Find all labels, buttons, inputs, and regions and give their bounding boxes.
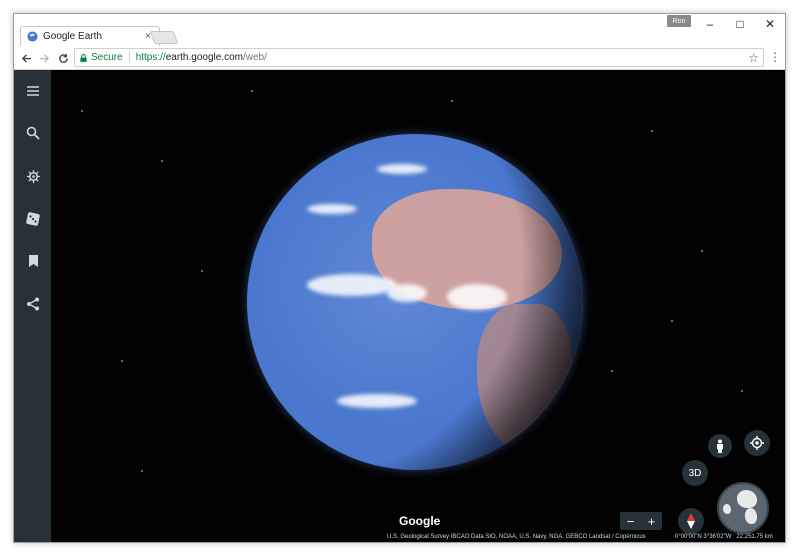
star-dot [201, 270, 203, 272]
back-button[interactable] [18, 50, 34, 66]
tab-google-earth[interactable]: Google Earth × [20, 26, 160, 46]
altitude-text: 22,251.75 km [736, 534, 773, 540]
space-background[interactable]: 3D − + Google U.S. Geological Survey IBC… [51, 70, 785, 542]
sidebar [14, 70, 51, 542]
star-dot [651, 130, 653, 132]
url-host: earth.google.com [165, 52, 243, 63]
search-icon [26, 126, 40, 140]
my-location-button[interactable] [744, 430, 770, 456]
star-dot [251, 90, 253, 92]
arrow-right-icon [39, 53, 49, 63]
star-dot [161, 160, 163, 162]
earth-viewport: 3D − + Google U.S. Geological Survey IBC… [14, 70, 785, 542]
zoom-controls: − + [620, 512, 662, 530]
star-dot [81, 110, 83, 112]
data-attribution[interactable]: U.S. Geological Survey IBCAO Data SIO, N… [387, 534, 646, 540]
pegman-icon [717, 439, 723, 453]
bookmark-icon [28, 255, 38, 267]
dice-icon [26, 212, 40, 226]
menu-button[interactable] [22, 80, 44, 102]
zoom-in-button[interactable]: + [641, 512, 662, 530]
compass-button[interactable] [678, 508, 704, 534]
compass-needle-icon [687, 513, 695, 529]
my-location-icon [750, 436, 764, 450]
mini-land [723, 504, 731, 514]
share-icon [27, 297, 39, 311]
tab-title: Google Earth [43, 31, 102, 42]
omnibox-divider [128, 52, 130, 63]
arrow-left-icon [21, 53, 31, 63]
share-button[interactable] [22, 293, 44, 315]
feeling-lucky-button[interactable] [22, 208, 44, 230]
address-bar[interactable]: Secure https://earth.google.com/web/ ☆ [74, 48, 764, 67]
url-path: /web/ [242, 52, 267, 63]
night-shadow [247, 134, 583, 470]
mini-land [737, 490, 757, 508]
title-bar: Google Earth × Ron – □ ✕ [14, 14, 785, 46]
star-dot [671, 320, 673, 322]
google-earth-favicon-icon [27, 31, 38, 42]
google-logo: Google [399, 514, 441, 528]
coordinate-readout: 0°00'00"N 3°36'02"W 22,251.75 km [675, 534, 773, 540]
url-scheme: https:// [135, 52, 166, 63]
bookmark-star-icon[interactable]: ☆ [748, 51, 759, 65]
3d-toggle-button[interactable]: 3D [682, 460, 708, 486]
security-label: Secure [91, 52, 123, 63]
star-dot [701, 250, 703, 252]
voyager-button[interactable] [22, 165, 44, 187]
zoom-out-button[interactable]: − [620, 512, 641, 530]
more-vert-icon[interactable]: ⋮ [769, 50, 781, 64]
browser-window: Google Earth × Ron – □ ✕ Secure https://… [13, 13, 786, 543]
new-tab-button[interactable] [149, 31, 179, 44]
lock-icon [80, 53, 87, 62]
reload-button[interactable] [55, 50, 71, 66]
profile-badge[interactable]: Ron [667, 15, 691, 27]
search-button[interactable] [22, 122, 44, 144]
maximize-icon[interactable]: □ [726, 16, 754, 32]
my-places-button[interactable] [22, 250, 44, 272]
reload-icon [58, 53, 68, 63]
close-window-icon[interactable]: ✕ [756, 16, 784, 32]
star-dot [451, 100, 453, 102]
star-dot [741, 390, 743, 392]
menu-icon [27, 86, 39, 96]
voyager-icon [26, 169, 40, 183]
coordinates-text: 0°00'00"N 3°36'02"W [675, 534, 732, 540]
star-dot [141, 470, 143, 472]
minimize-icon[interactable]: – [696, 16, 724, 32]
street-view-pegman-button[interactable] [708, 434, 732, 458]
browser-toolbar: Secure https://earth.google.com/web/ ☆ ⋮ [14, 46, 785, 70]
mini-globe-overview[interactable] [717, 482, 769, 534]
forward-button[interactable] [36, 50, 52, 66]
earth-globe[interactable] [247, 134, 583, 470]
mini-land [745, 508, 757, 524]
star-dot [611, 370, 613, 372]
star-dot [121, 360, 123, 362]
